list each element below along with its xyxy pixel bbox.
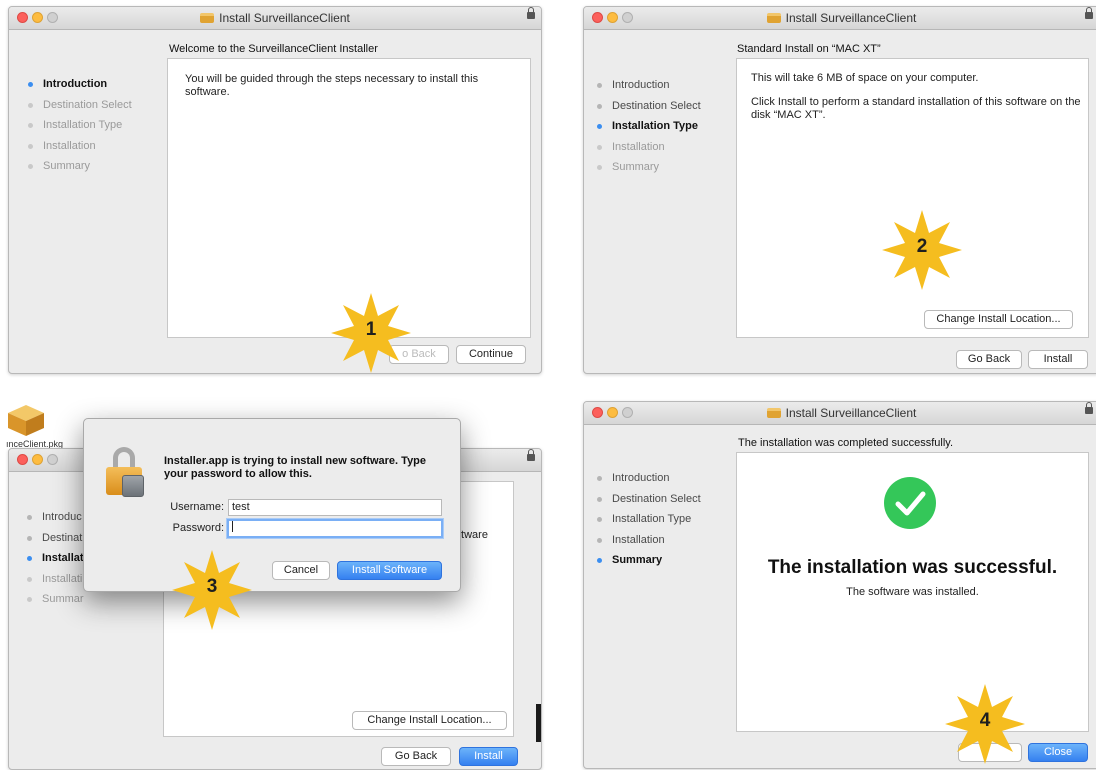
step-installation-type: Installation Type: [596, 509, 701, 530]
success-title: The installation was successful.: [767, 557, 1058, 578]
page-heading: Welcome to the SurveillanceClient Instal…: [169, 43, 378, 55]
step-list: Introduction Destination Select Installa…: [596, 75, 701, 178]
welcome-text: You will be guided through the steps nec…: [185, 73, 479, 98]
install-button[interactable]: Install: [459, 747, 518, 766]
step-introduction: Introduction: [596, 75, 701, 96]
step-list: Introduc Destinat Installat Installati S…: [26, 507, 84, 610]
window-title: Install SurveillanceClient: [584, 11, 1096, 25]
step-installation: Installation: [596, 530, 701, 551]
step-destination-select: Destination Select: [596, 96, 701, 117]
step-badge-2: 2: [882, 210, 962, 290]
window-edge-shadow: [536, 704, 541, 742]
step-badge-1: 1: [331, 293, 411, 373]
step-badge-number: 2: [916, 236, 928, 257]
install-software-button[interactable]: Install Software: [337, 561, 442, 580]
lock-icon: [527, 7, 535, 19]
content-panel: The installation was successful. The sof…: [736, 452, 1089, 732]
installer-window-introduction: Install SurveillanceClient Welcome to th…: [8, 6, 542, 374]
lock-icon: [1085, 402, 1093, 414]
step-list: Introduction Destination Select Installa…: [596, 468, 701, 571]
window-title: Install SurveillanceClient: [584, 406, 1096, 420]
success-check-icon: [884, 477, 936, 529]
window-controls: [17, 454, 62, 472]
step-summary: Summar: [26, 589, 84, 610]
continue-button[interactable]: Continue: [456, 345, 526, 364]
window-title-text: Install SurveillanceClient: [219, 11, 350, 25]
close-button[interactable]: Close: [1028, 743, 1088, 762]
install-instruction-text: ftware: [458, 529, 488, 541]
password-label: Password:: [172, 522, 224, 534]
text-cursor: [232, 521, 233, 532]
step-installation: Installation: [596, 137, 701, 158]
title-bar[interactable]: Install SurveillanceClient: [9, 7, 541, 30]
dialog-lock-icon: [106, 447, 146, 497]
install-instruction-text: Click Install to perform a standard inst…: [751, 96, 1081, 121]
step-installation-type: Installation Type: [596, 116, 701, 137]
page-heading: Standard Install on “MAC XT”: [737, 43, 881, 55]
lock-icon: [527, 449, 535, 461]
step-destination-select: Destinat: [26, 528, 84, 549]
step-destination-select: Destination Select: [27, 95, 132, 116]
package-file-icon: [8, 405, 44, 436]
page-heading: The installation was completed successfu…: [738, 437, 954, 449]
go-back-button[interactable]: Go Back: [381, 747, 451, 766]
authentication-dialog: Installer.app is trying to install new s…: [83, 418, 461, 592]
step-introduction: Introduc: [26, 507, 84, 528]
step-installation-type: Installat: [26, 548, 84, 569]
step-list: Introduction Destination Select Installa…: [27, 74, 132, 177]
step-summary: Summary: [596, 157, 701, 178]
change-install-location-button[interactable]: Change Install Location...: [924, 310, 1073, 329]
step-badge-number: 4: [979, 710, 991, 731]
step-installation: Installation: [27, 136, 132, 157]
install-button[interactable]: Install: [1028, 350, 1088, 369]
package-icon: [200, 13, 215, 23]
step-destination-select: Destination Select: [596, 489, 701, 510]
window-title-text: Install SurveillanceClient: [785, 406, 917, 420]
window-title-text: Install SurveillanceClient: [785, 11, 917, 25]
installer-window-installation-type: Install SurveillanceClient Standard Inst…: [583, 6, 1096, 374]
step-badge-3: 3: [172, 550, 252, 630]
close-window-icon[interactable]: [17, 454, 28, 465]
step-summary: Summary: [27, 156, 132, 177]
disk-space-text: This will take 6 MB of space on your com…: [751, 72, 979, 84]
step-summary: Summary: [596, 550, 701, 571]
title-bar[interactable]: Install SurveillanceClient: [584, 402, 1096, 425]
minimize-window-icon[interactable]: [32, 454, 43, 465]
desktop-package-file[interactable]: ınceClient.pkg: [6, 403, 86, 451]
change-install-location-button[interactable]: Change Install Location...: [352, 711, 507, 730]
zoom-window-icon[interactable]: [47, 454, 58, 465]
dialog-message: Installer.app is trying to install new s…: [164, 455, 427, 480]
go-back-button[interactable]: Go Back: [956, 350, 1022, 369]
cancel-button[interactable]: Cancel: [272, 561, 330, 580]
step-introduction: Introduction: [596, 468, 701, 489]
step-badge-number: 1: [365, 319, 377, 340]
step-badge-4: 4: [945, 684, 1025, 764]
window-title: Install SurveillanceClient: [9, 11, 541, 25]
password-field[interactable]: [227, 519, 443, 538]
title-bar[interactable]: Install SurveillanceClient: [584, 7, 1096, 30]
package-icon: [766, 408, 781, 418]
lock-icon: [1085, 7, 1093, 19]
step-installation: Installati: [26, 569, 84, 590]
username-field[interactable]: test: [228, 499, 442, 516]
step-badge-number: 3: [206, 576, 218, 597]
success-subtitle: The software was installed.: [846, 586, 979, 598]
package-icon: [766, 13, 781, 23]
content-panel: This will take 6 MB of space on your com…: [736, 58, 1089, 338]
step-introduction: Introduction: [27, 74, 132, 95]
step-installation-type: Installation Type: [27, 115, 132, 136]
username-label: Username:: [170, 501, 224, 513]
